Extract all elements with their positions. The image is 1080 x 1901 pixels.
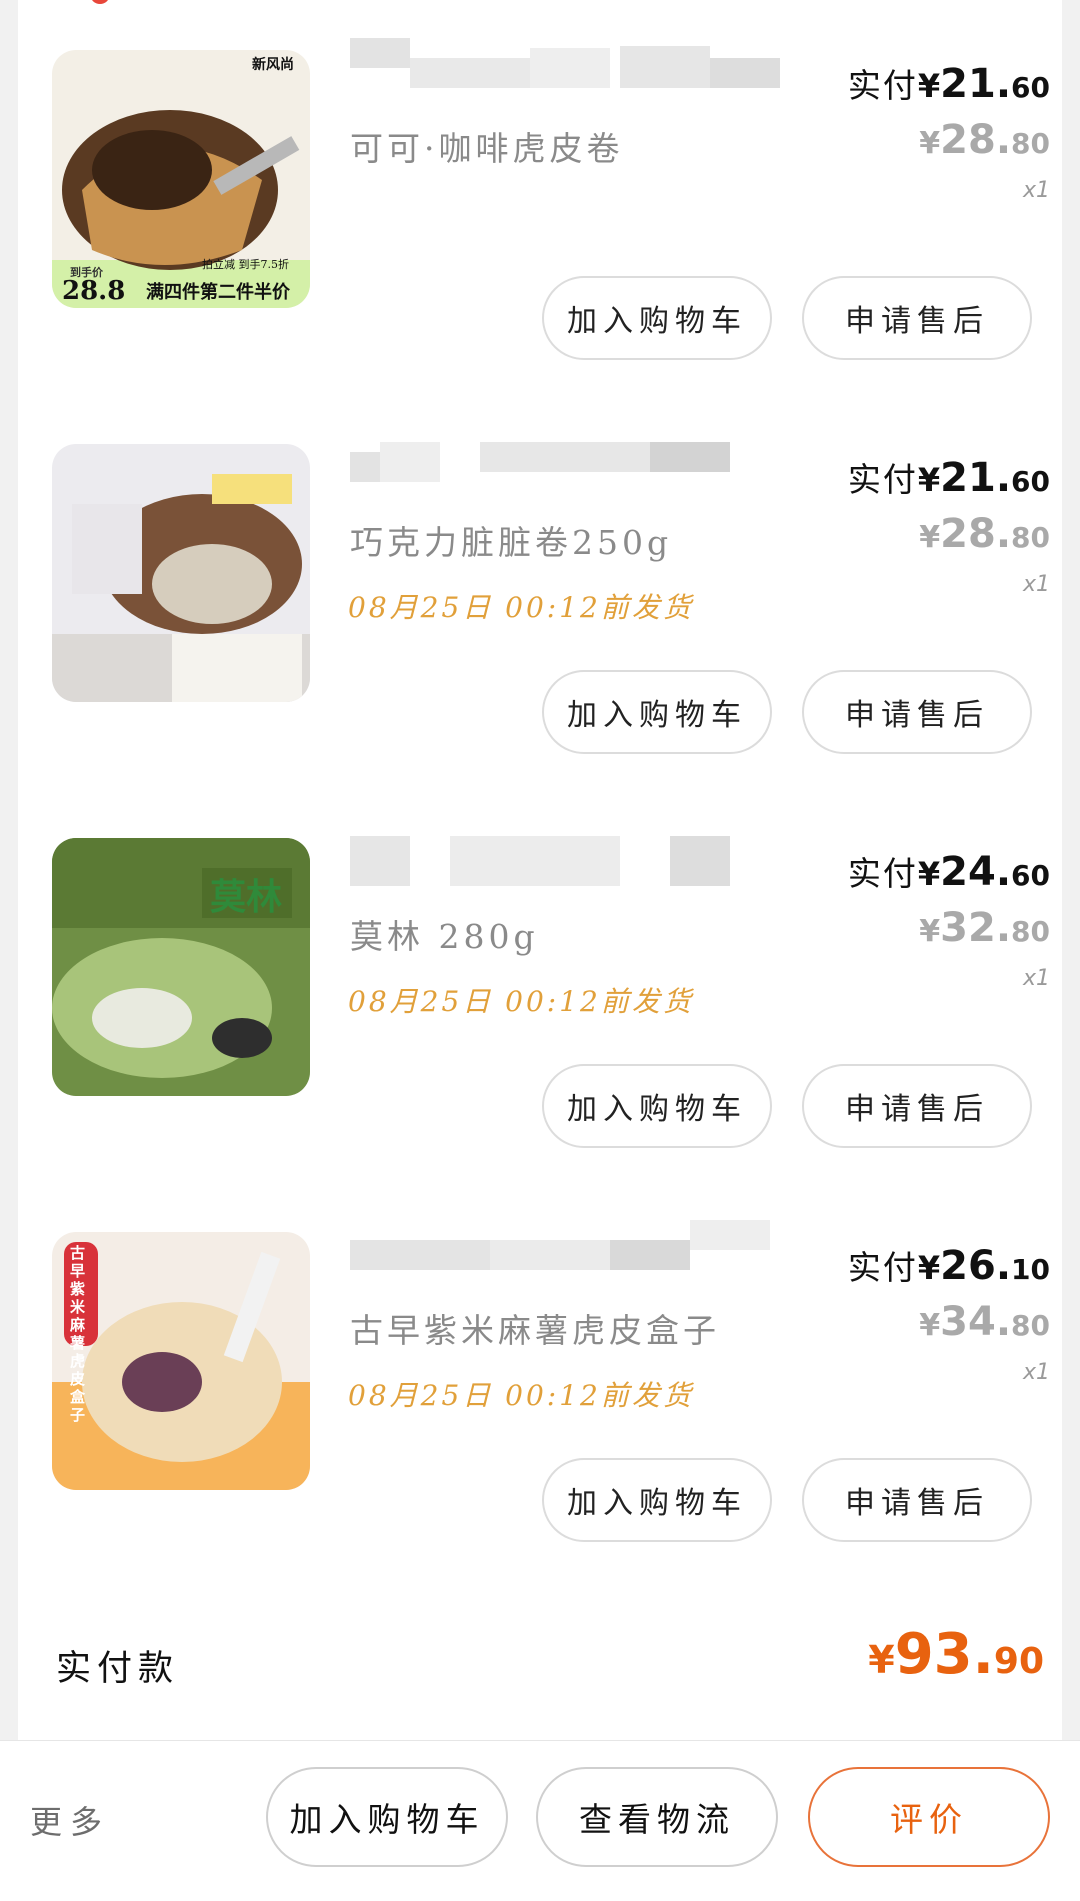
product-thumbnail[interactable]: 古早紫米麻薯虎皮盒子 (52, 1232, 310, 1490)
paid-price: 实付¥21.60 (790, 456, 1050, 504)
thumb-promo: 满四件第二件半价 (146, 282, 290, 303)
product-name: 古早紫米麻薯虎皮盒子 (350, 1311, 720, 1350)
original-price-int: 28. (940, 511, 1012, 557)
original-price-dec: 80 (1011, 521, 1050, 554)
paid-price-int: 21. (940, 61, 1012, 107)
quantity: x1 (1022, 1360, 1050, 1385)
paid-price: 实付¥26.10 (790, 1244, 1050, 1292)
price-block: 实付¥21.60 ¥28.80 x1 (790, 62, 1050, 206)
currency-symbol: ¥ (917, 461, 941, 499)
quantity: x1 (1022, 966, 1050, 991)
after-sale-button[interactable]: 申请售后 (802, 670, 1032, 754)
product-name: 巧克力脏脏卷250g (350, 523, 673, 562)
thumb-badge-text: 新风尚 (252, 57, 294, 73)
paid-price-int: 21. (940, 455, 1012, 501)
paid-price-dec: 60 (1011, 71, 1050, 104)
ship-time: 08月25日 00:12前发货 (348, 985, 694, 1018)
quantity: x1 (1022, 572, 1050, 597)
original-price-dec: 80 (1011, 915, 1050, 948)
order-card: 新风尚 到手价 28.8 满四件第二件半价 拍立减 到手7.5折 可可·咖啡虎皮… (18, 0, 1062, 1740)
paid-price-int: 26. (940, 1243, 1012, 1289)
total-paid-label: 实付款 (56, 1649, 180, 1689)
paid-label: 实付 (847, 854, 918, 893)
add-to-cart-button[interactable]: 加入购物车 (542, 1064, 772, 1148)
paid-price-int: 24. (940, 849, 1012, 895)
currency-symbol: ¥ (868, 1638, 895, 1682)
order-item[interactable]: 莫林 莫林 280g 08月25日 00:12前发货 实付¥24.60 ¥32.… (18, 788, 1062, 1182)
bottom-action-bar: 更多 加入购物车 查看物流 评价 (0, 1740, 1080, 1901)
add-to-cart-button[interactable]: 加入购物车 (542, 670, 772, 754)
product-name: 可可·咖啡虎皮卷 (350, 129, 624, 168)
review-button[interactable]: 评价 (808, 1767, 1050, 1867)
view-logistics-button[interactable]: 查看物流 (536, 1767, 778, 1867)
product-title-blurred (350, 38, 790, 98)
order-detail-page: 新风尚 到手价 28.8 满四件第二件半价 拍立减 到手7.5折 可可·咖啡虎皮… (0, 0, 1080, 1901)
paid-price-dec: 60 (1011, 465, 1050, 498)
thumb-badge-text: 莫林 (210, 876, 283, 918)
price-block: 实付¥26.10 ¥34.80 x1 (790, 1244, 1050, 1388)
ship-time: 08月25日 00:12前发货 (348, 1379, 694, 1412)
total-int: 93. (894, 1622, 994, 1687)
currency-symbol: ¥ (919, 1308, 941, 1343)
currency-symbol: ¥ (919, 126, 941, 161)
currency-symbol: ¥ (917, 67, 941, 105)
ship-time: 08月25日 00:12前发货 (348, 591, 694, 624)
add-to-cart-button[interactable]: 加入购物车 (266, 1767, 508, 1867)
after-sale-button[interactable]: 申请售后 (802, 276, 1032, 360)
price-block: 实付¥21.60 ¥28.80 x1 (790, 456, 1050, 600)
product-title-blurred (350, 826, 790, 886)
product-thumbnail[interactable]: 莫林 (52, 838, 310, 1096)
original-price: ¥32.80 (790, 906, 1050, 958)
product-title-blurred (350, 1220, 790, 1280)
paid-price-dec: 60 (1011, 859, 1050, 892)
quantity: x1 (1022, 178, 1050, 203)
original-price-int: 28. (940, 117, 1012, 163)
thumb-price: 28.8 (62, 276, 126, 306)
add-to-cart-button[interactable]: 加入购物车 (542, 1458, 772, 1542)
thumb-promo-small: 拍立减 到手7.5折 (202, 258, 289, 271)
currency-symbol: ¥ (917, 855, 941, 893)
original-price-int: 32. (940, 905, 1012, 951)
order-item[interactable]: 新风尚 到手价 28.8 满四件第二件半价 拍立减 到手7.5折 可可·咖啡虎皮… (18, 0, 1062, 394)
original-price: ¥34.80 (790, 1300, 1050, 1352)
paid-label: 实付 (847, 1248, 918, 1287)
paid-label: 实付 (847, 460, 918, 499)
order-item[interactable]: 古早紫米麻薯虎皮盒子 古早紫米麻薯虎皮盒子 08月25日 00:12前发货 实付… (18, 1182, 1062, 1576)
currency-symbol: ¥ (919, 914, 941, 949)
total-paid-amount: ¥93.90 (868, 1622, 1044, 1687)
original-price-dec: 80 (1011, 127, 1050, 160)
currency-symbol: ¥ (919, 520, 941, 555)
paid-label: 实付 (847, 66, 918, 105)
after-sale-button[interactable]: 申请售后 (802, 1458, 1032, 1542)
paid-price-dec: 10 (1011, 1253, 1050, 1286)
original-price: ¥28.80 (790, 512, 1050, 564)
paid-price: 实付¥21.60 (790, 62, 1050, 110)
product-name: 莫林 280g (350, 917, 539, 956)
original-price: ¥28.80 (790, 118, 1050, 170)
original-price-int: 34. (940, 1299, 1012, 1345)
add-to-cart-button[interactable]: 加入购物车 (542, 276, 772, 360)
price-block: 实付¥24.60 ¥32.80 x1 (790, 850, 1050, 994)
more-button[interactable]: 更多 (30, 1797, 110, 1843)
product-thumbnail[interactable] (52, 444, 310, 702)
thumb-badge-text: 古早紫米麻薯虎皮盒子 (70, 1244, 86, 1424)
after-sale-button[interactable]: 申请售后 (802, 1064, 1032, 1148)
currency-symbol: ¥ (917, 1249, 941, 1287)
order-item[interactable]: 巧克力脏脏卷250g 08月25日 00:12前发货 实付¥21.60 ¥28.… (18, 394, 1062, 788)
product-title-blurred (350, 432, 790, 492)
paid-price: 实付¥24.60 (790, 850, 1050, 898)
product-thumbnail[interactable]: 新风尚 到手价 28.8 满四件第二件半价 拍立减 到手7.5折 (52, 50, 310, 308)
total-dec: 90 (993, 1641, 1044, 1682)
original-price-dec: 80 (1011, 1309, 1050, 1342)
